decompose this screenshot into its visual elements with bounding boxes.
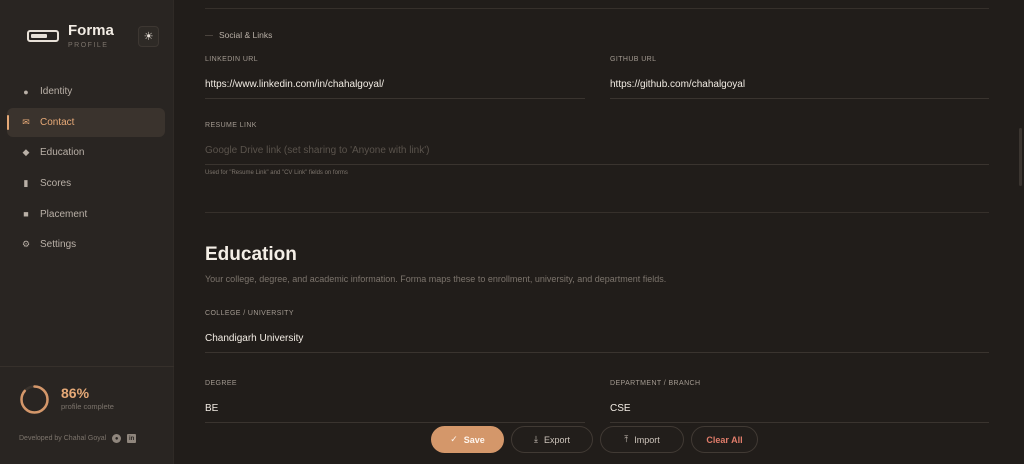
- theme-toggle-button[interactable]: ☀: [138, 26, 159, 47]
- degree-field: DEGREE BE: [205, 380, 585, 423]
- action-bar: ✓ Save ⤓ Export ⤒ Import Clear All: [431, 426, 765, 453]
- github-field: GITHUB URL https://github.com/chahalgoya…: [610, 56, 989, 99]
- upload-icon: ⤒: [624, 434, 629, 444]
- developer-text: Developed by Chahal Goyal: [19, 435, 107, 442]
- field-label: COLLEGE / UNIVERSITY: [205, 310, 294, 317]
- gear-icon: ⚙: [21, 239, 31, 250]
- sidebar-item-label: Settings: [40, 239, 77, 251]
- import-button[interactable]: ⤒ Import: [600, 426, 684, 453]
- brand-subtitle: PROFILE: [68, 42, 109, 49]
- linkedin-icon[interactable]: in: [127, 434, 137, 443]
- section-title: Education: [205, 244, 297, 265]
- linkedin-input[interactable]: https://www.linkedin.com/in/chahalgoyal/: [205, 79, 585, 90]
- save-button[interactable]: ✓ Save: [431, 426, 504, 453]
- college-input[interactable]: Chandigarh University: [205, 333, 989, 344]
- sidebar-item-label: Education: [40, 147, 85, 159]
- github-icon[interactable]: ●: [112, 434, 122, 443]
- subsection-title: Social & Links: [219, 30, 273, 40]
- export-button[interactable]: ⤓ Export: [511, 426, 593, 453]
- department-input[interactable]: CSE: [610, 403, 989, 414]
- college-field: COLLEGE / UNIVERSITY Chandigarh Universi…: [205, 310, 989, 353]
- user-icon: ●: [23, 86, 29, 97]
- sidebar-item-label: Scores: [40, 178, 72, 190]
- scrollbar-thumb[interactable]: [1019, 128, 1022, 186]
- brand: Forma PROFILE: [27, 23, 114, 49]
- profile-percent: 86%: [61, 385, 90, 401]
- divider: [205, 8, 989, 9]
- field-label: DEGREE: [205, 380, 237, 387]
- sidebar-item-label: Identity: [40, 86, 73, 97]
- section-divider: [205, 212, 989, 213]
- sidebar-item-scores[interactable]: ▮ Scores: [7, 169, 165, 198]
- sidebar-item-label: Contact: [40, 116, 75, 128]
- sidebar: Forma PROFILE ☀ ● Identity ✉ Contact ◆ E…: [0, 0, 174, 464]
- forma-logo-icon: [27, 30, 59, 42]
- bar-chart-icon: ▮: [23, 178, 29, 189]
- sidebar-item-placement[interactable]: ■ Placement: [7, 200, 165, 229]
- field-hint: Used for "Resume Link" and "CV Link" fie…: [205, 170, 348, 176]
- brand-name: Forma: [68, 22, 114, 39]
- field-label: GITHUB URL: [610, 56, 657, 63]
- field-label: LINKEDIN URL: [205, 56, 259, 63]
- department-field: DEPARTMENT / BRANCH CSE: [610, 380, 989, 423]
- sidebar-item-contact[interactable]: ✉ Contact: [7, 107, 165, 137]
- section-description: Your college, degree, and academic infor…: [205, 274, 667, 284]
- check-icon: ✓: [450, 434, 458, 444]
- sidebar-item-identity[interactable]: ● Identity: [7, 77, 165, 106]
- field-label: RESUME LINK: [205, 122, 257, 129]
- profile-progress-ring: [20, 385, 49, 414]
- linkedin-field: LINKEDIN URL https://www.linkedin.com/in…: [205, 56, 585, 99]
- sidebar-nav: ● Identity ✉ Contact ◆ Education ▮ Score…: [7, 77, 165, 261]
- mail-icon: ✉: [22, 116, 30, 127]
- subsection-heading: Social & Links: [205, 30, 272, 40]
- degree-input[interactable]: BE: [205, 403, 585, 414]
- graduation-cap-icon: ◆: [22, 147, 30, 158]
- sidebar-item-label: Placement: [40, 208, 88, 220]
- github-input[interactable]: https://github.com/chahalgoyal: [610, 79, 989, 90]
- sidebar-footer: 86% profile complete Developed by Chahal…: [0, 366, 174, 464]
- sidebar-item-settings[interactable]: ⚙ Settings: [7, 230, 165, 259]
- resume-input[interactable]: Google Drive link (set sharing to 'Anyon…: [205, 145, 989, 156]
- developer-credit: Developed by Chahal Goyal ● in: [19, 434, 137, 443]
- resume-field: RESUME LINK Google Drive link (set shari…: [205, 122, 989, 176]
- profile-progress-label: profile complete: [61, 402, 114, 411]
- briefcase-icon: ■: [23, 209, 29, 220]
- main-content: Social & Links LINKEDIN URL https://www.…: [174, 0, 1024, 464]
- sun-icon: ☀: [143, 31, 154, 43]
- clear-all-button[interactable]: Clear All: [691, 426, 758, 453]
- field-label: DEPARTMENT / BRANCH: [610, 380, 701, 387]
- download-icon: ⤓: [534, 434, 538, 444]
- sidebar-item-education[interactable]: ◆ Education: [7, 138, 165, 167]
